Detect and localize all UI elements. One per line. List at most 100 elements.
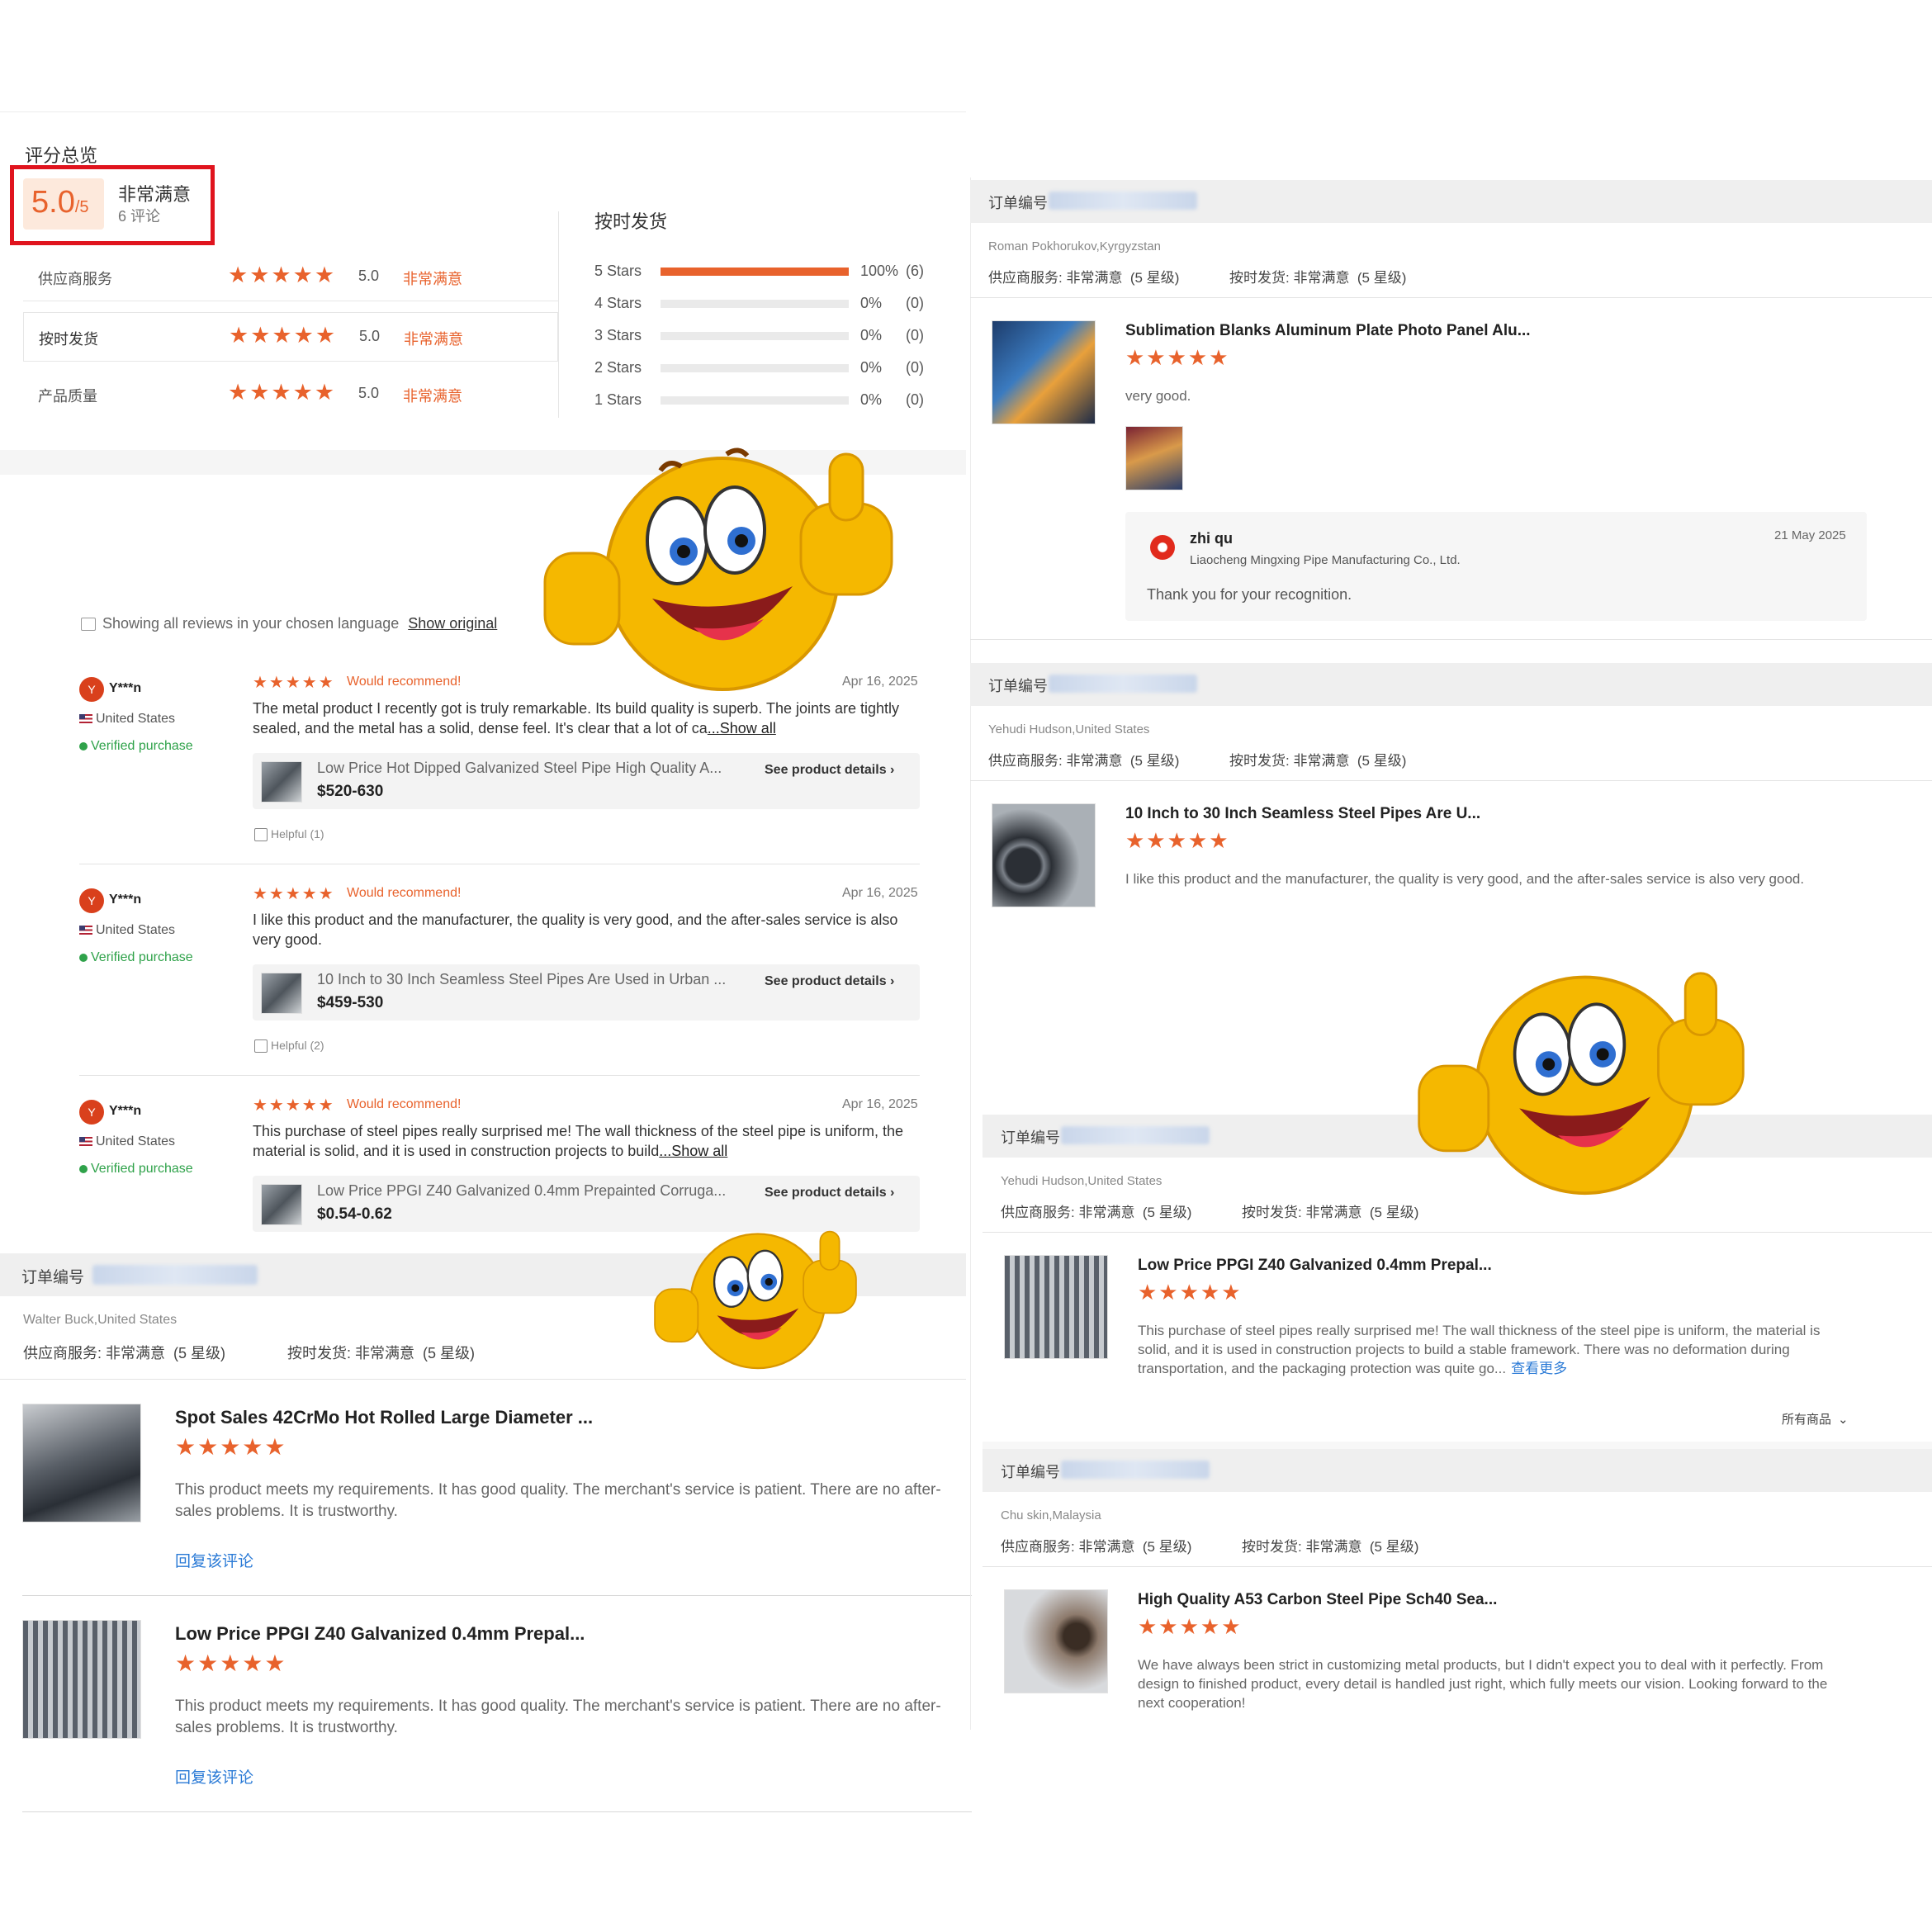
- dist-bar: [661, 396, 849, 405]
- language-notice-text: Showing all reviews in your chosen langu…: [102, 615, 400, 632]
- order-label: 订单编号: [1001, 1129, 1060, 1146]
- criteria-label: 非常满意: [403, 271, 462, 287]
- helpful-count: Helpful (1): [271, 827, 324, 841]
- product-title[interactable]: High Quality A53 Carbon Steel Pipe Sch40…: [1138, 1591, 1497, 1609]
- review-divider: [79, 1075, 920, 1076]
- helpful-button[interactable]: Helpful (1): [254, 827, 324, 842]
- show-all-link[interactable]: ...Show all: [708, 720, 776, 736]
- us-flag-icon: [79, 714, 92, 724]
- dist-count: (0): [906, 391, 924, 408]
- review-text-body: The metal product I recently got is trul…: [253, 700, 900, 736]
- see-product-details-link[interactable]: See product details ›: [765, 974, 894, 989]
- criteria-value: 5.0: [359, 328, 381, 344]
- product-thumbnail: [22, 1404, 141, 1522]
- service-rating: 供应商服务: 非常满意 (5 星级): [988, 270, 1180, 286]
- thumbs-up-icon: [254, 828, 268, 842]
- product-card[interactable]: Low Price Hot Dipped Galvanized Steel Pi…: [253, 753, 920, 809]
- reply-link[interactable]: 回复该评论: [175, 1549, 253, 1571]
- product-thumbnail: [1004, 1589, 1108, 1693]
- review-text-body: We have always been strict in customizin…: [1138, 1657, 1828, 1711]
- service-rating: 供应商服务: 非常满意 (5 星级): [1001, 1205, 1192, 1220]
- product-price: $459-530: [317, 994, 384, 1011]
- review-text-body: very good.: [1125, 388, 1191, 404]
- review-stars: ★★★★★: [175, 1650, 287, 1676]
- see-product-details-link[interactable]: See product details ›: [765, 1186, 894, 1200]
- product-price: $520-630: [317, 783, 384, 800]
- rating-overview-panel: 评分总览 5.0/5 非常满意 6 评论 供应商服务 ★★★★★ 5.0 非常满…: [0, 111, 966, 451]
- order-label: 订单编号: [1001, 1464, 1060, 1480]
- reviewer-name: Y***n: [109, 681, 142, 695]
- review-stars: ★★★★★: [253, 674, 335, 692]
- helpful-button[interactable]: Helpful (2): [254, 1039, 324, 1054]
- dist-label: 2 Stars: [594, 359, 642, 376]
- all-products-label: 所有商品: [1782, 1413, 1832, 1427]
- see-more-link[interactable]: 查看更多: [1511, 1361, 1567, 1376]
- seller-reply: zhi qu Liaocheng Mingxing Pipe Manufactur…: [1125, 512, 1867, 621]
- dist-label: 5 Stars: [594, 263, 642, 279]
- review-text: I like this product and the manufacturer…: [253, 910, 913, 949]
- overview-divider: [558, 211, 559, 418]
- chevron-down-icon: ⌄: [1838, 1413, 1849, 1427]
- product-title[interactable]: Sublimation Blanks Aluminum Plate Photo …: [1125, 322, 1531, 340]
- review-date: Apr 16, 2025: [842, 1097, 918, 1111]
- criteria-name: 产品质量: [38, 388, 97, 405]
- reply-name: zhi qu: [1190, 530, 1233, 547]
- order-number-blurred: [1061, 1126, 1210, 1144]
- would-recommend: Would recommend!: [347, 675, 462, 689]
- dist-pct: 0%: [860, 295, 883, 311]
- reviewer-country: United States: [79, 923, 175, 938]
- dist-bar: [661, 268, 849, 276]
- criteria-stars: ★★★★★: [228, 263, 337, 287]
- dist-pct: 0%: [860, 391, 883, 408]
- thumbs-up-icon: [254, 1039, 268, 1054]
- country-text: United States: [96, 712, 176, 726]
- criteria-name: 供应商服务: [38, 271, 112, 287]
- review-stars: ★★★★★: [175, 1434, 287, 1460]
- ontime-rating: 按时发货: 非常满意 (5 星级): [1242, 1539, 1419, 1555]
- reply-link[interactable]: 回复该评论: [175, 1765, 253, 1788]
- review-text: This purchase of steel pipes really surp…: [253, 1121, 913, 1161]
- us-flag-icon: [79, 1137, 92, 1147]
- order-label: 订单编号: [21, 1269, 85, 1286]
- dist-bar-fill: [661, 268, 849, 276]
- product-title[interactable]: 10 Inch to 30 Inch Seamless Steel Pipes …: [1125, 805, 1480, 823]
- service-rating: 供应商服务: 非常满意 (5 星级): [988, 753, 1180, 769]
- reviewer-avatar: Y: [79, 888, 104, 913]
- criteria-value: 5.0: [358, 385, 380, 401]
- dist-count: (6): [906, 263, 924, 279]
- company-logo-icon: [1150, 535, 1175, 560]
- order-header: 订单编号: [983, 1449, 1932, 1492]
- product-title[interactable]: Low Price PPGI Z40 Galvanized 0.4mm Prep…: [175, 1623, 585, 1645]
- reviewer-name: Y***n: [109, 893, 142, 907]
- dist-pct: 0%: [860, 327, 883, 343]
- review-photo[interactable]: [1125, 426, 1183, 490]
- check-icon: [79, 953, 88, 962]
- review-text: very good.: [1125, 386, 1833, 405]
- review-count: 6 评论: [118, 208, 161, 225]
- show-all-link[interactable]: ...Show all: [659, 1143, 727, 1159]
- verified-purchase: Verified purchase: [79, 739, 193, 754]
- buyer-info: Yehudi Hudson,United States: [1001, 1174, 1163, 1188]
- all-products-dropdown[interactable]: 所有商品 ⌄: [1782, 1410, 1849, 1428]
- criteria-name: 按时发货: [39, 331, 98, 348]
- review-text: We have always been strict in customizin…: [1138, 1655, 1833, 1712]
- dist-label: 4 Stars: [594, 295, 642, 311]
- country-text: United States: [96, 923, 176, 937]
- order-number-blurred: [1049, 675, 1197, 693]
- product-title: 10 Inch to 30 Inch Seamless Steel Pipes …: [317, 971, 727, 987]
- product-thumbnail: [992, 803, 1096, 907]
- review-text: This product meets my requirements. It h…: [175, 1481, 941, 1520]
- reply-company: Liaocheng Mingxing Pipe Manufacturing Co…: [1190, 553, 1461, 567]
- product-card[interactable]: 10 Inch to 30 Inch Seamless Steel Pipes …: [253, 964, 920, 1020]
- show-original-link[interactable]: Show original: [408, 615, 497, 632]
- review-stars: ★★★★★: [1125, 828, 1230, 853]
- reviewer-avatar: Y: [79, 677, 104, 702]
- product-thumbnail: [22, 1620, 141, 1739]
- product-thumbnail: [261, 761, 302, 803]
- product-thumbnail: [1004, 1255, 1108, 1359]
- product-title[interactable]: Low Price PPGI Z40 Galvanized 0.4mm Prep…: [1138, 1257, 1492, 1275]
- see-product-details-link[interactable]: See product details ›: [765, 763, 894, 778]
- product-title[interactable]: Spot Sales 42CrMo Hot Rolled Large Diame…: [175, 1407, 593, 1428]
- review-text: This product meets my requirements. It h…: [175, 1698, 941, 1736]
- ontime-rating: 按时发货: 非常满意 (5 星级): [1229, 270, 1407, 286]
